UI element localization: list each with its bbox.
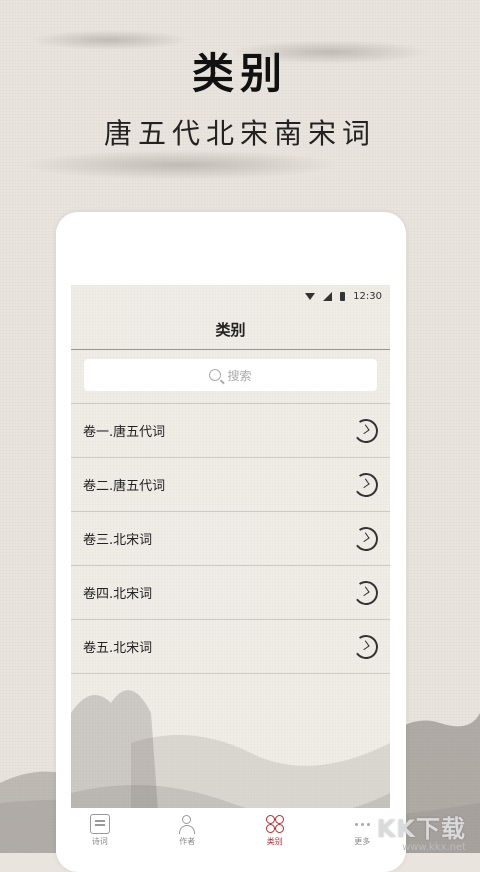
signal-icon	[323, 291, 333, 301]
list-item[interactable]: 卷一.唐五代词	[71, 403, 390, 458]
chevron-right-icon	[352, 416, 380, 445]
status-time: 12:30	[353, 290, 382, 302]
cloud-decoration	[20, 150, 340, 180]
app-screen: 12:30 类别 搜索 卷一.唐五代词 卷二.唐五代词 卷三.北宋词 卷四.北宋…	[71, 285, 390, 853]
tab-label: 作者	[179, 837, 196, 846]
chevron-right-icon	[352, 578, 380, 607]
watermark-sub: www.kkx.net	[402, 841, 466, 853]
list-item[interactable]: 卷二.唐五代词	[71, 458, 390, 512]
poem-icon	[89, 814, 110, 834]
tab-categories[interactable]: 类别	[245, 808, 305, 847]
watermark-main: KK下载	[376, 814, 466, 843]
list-item-label: 卷四.北宋词	[83, 587, 153, 602]
search-icon	[209, 369, 222, 381]
tab-label: 类别	[266, 837, 283, 846]
watermark-logo: KK下载 www.kkx.net	[346, 808, 466, 853]
list-item-label: 卷二.唐五代词	[83, 479, 166, 494]
wifi-icon	[305, 292, 316, 300]
battery-icon	[340, 291, 346, 301]
list-item[interactable]: 卷五.北宋词	[71, 620, 390, 674]
chevron-right-icon	[352, 524, 380, 553]
category-list: 卷一.唐五代词 卷二.唐五代词 卷三.北宋词 卷四.北宋词 卷五.北宋词	[71, 403, 390, 674]
hero-subtitle: 唐五代北宋南宋词	[103, 117, 376, 150]
nav-divider	[71, 349, 390, 350]
list-item-label: 卷一.唐五代词	[83, 425, 166, 440]
search-input[interactable]: 搜索	[84, 359, 377, 391]
search-placeholder: 搜索	[227, 368, 252, 383]
list-item-label: 卷三.北宋词	[83, 533, 153, 548]
tab-poems[interactable]: 诗词	[70, 808, 130, 847]
chevron-right-icon	[352, 632, 380, 661]
page-title: 类别	[215, 321, 246, 339]
tab-label: 诗词	[91, 837, 108, 846]
chevron-right-icon	[352, 470, 380, 499]
list-item-label: 卷五.北宋词	[83, 641, 153, 656]
hero-title: 类别	[191, 49, 288, 98]
category-icon	[265, 814, 285, 834]
author-icon	[177, 814, 197, 834]
tab-authors[interactable]: 作者	[157, 808, 217, 847]
list-item[interactable]: 卷三.北宋词	[71, 512, 390, 566]
list-item[interactable]: 卷四.北宋词	[71, 566, 390, 620]
status-bar: 12:30	[71, 285, 390, 307]
